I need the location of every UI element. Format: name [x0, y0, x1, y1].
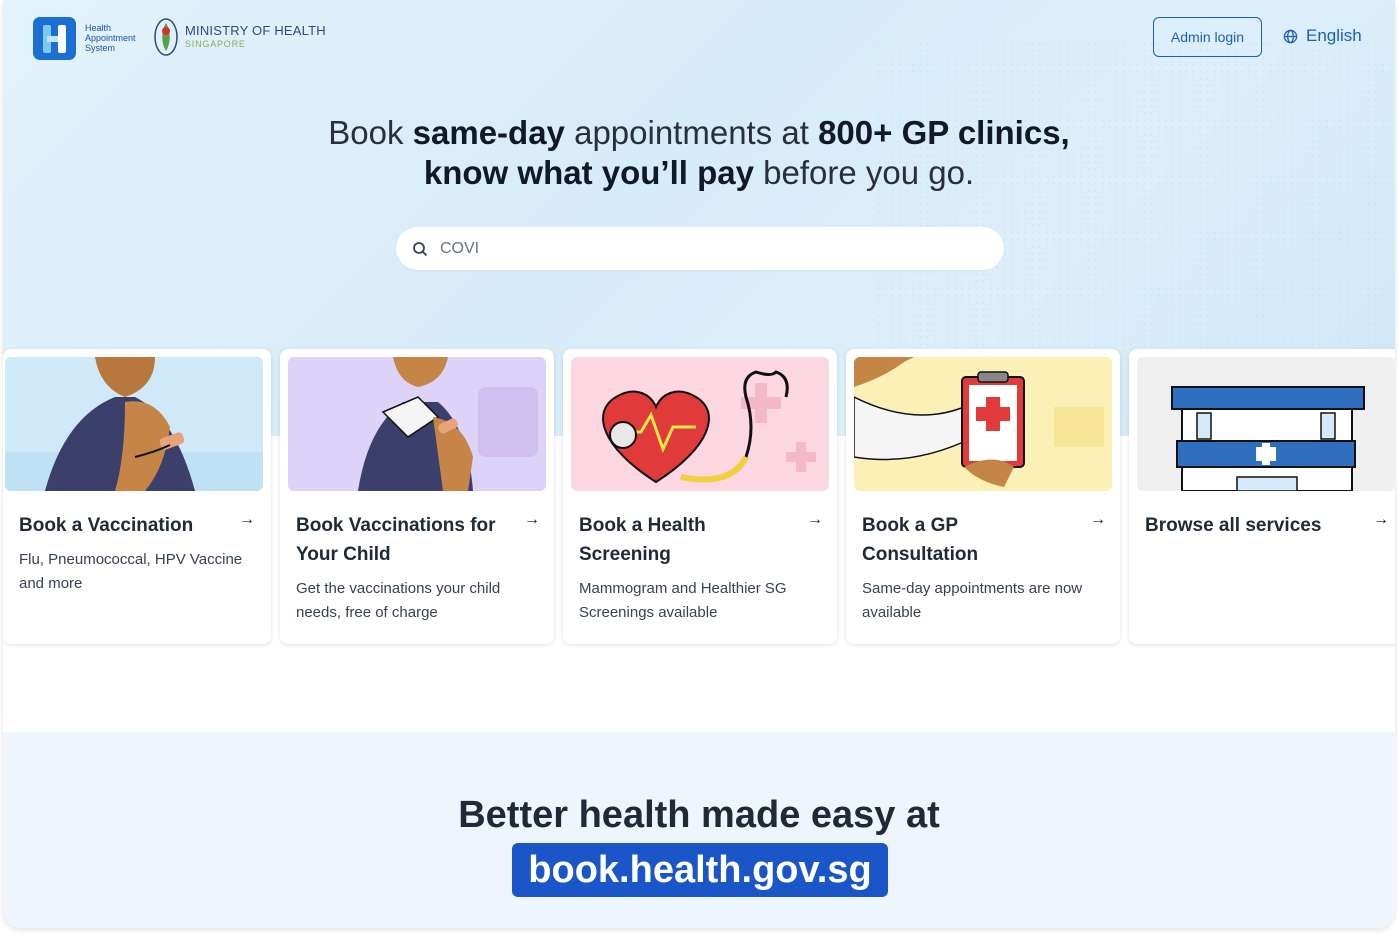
moh-crest-icon	[154, 18, 178, 56]
gp-consultation-illustration	[854, 357, 1112, 491]
language-selector[interactable]: English	[1283, 26, 1362, 46]
card-browse-all-services[interactable]: Browse all services →	[1129, 349, 1395, 644]
moh-subtitle: SINGAPORE	[185, 39, 246, 49]
search-icon	[413, 241, 428, 256]
arrow-right-icon: →	[1090, 511, 1106, 528]
moh-title: MINISTRY OF HEALTH	[185, 23, 326, 38]
health-screening-illustration	[571, 357, 829, 491]
headline-text: Book	[328, 114, 413, 151]
headline-text: appointments at	[564, 114, 819, 151]
card-title: Book a Vaccination	[19, 515, 194, 536]
card-title: Book a GP Consultation	[862, 515, 979, 565]
admin-login-button[interactable]: Admin login	[1153, 17, 1262, 57]
headline-bold: same-day	[412, 114, 565, 151]
headline-text: before you go.	[753, 154, 975, 191]
card-book-child-vaccination[interactable]: Book Vaccinations for Your Child → Get t…	[280, 349, 554, 644]
card-description: Get the vaccinations your child needs, f…	[296, 580, 501, 621]
card-description: Mammogram and Healthier SG Screenings av…	[579, 580, 787, 621]
language-label: English	[1306, 26, 1362, 45]
headline-bold: 800+ GP clinics,	[818, 114, 1070, 151]
has-logo-text: Health Appointment System	[85, 23, 136, 53]
search-input[interactable]	[440, 239, 980, 258]
card-book-health-screening[interactable]: Book a Health Screening → Mammogram and …	[563, 349, 837, 644]
globe-icon	[1283, 29, 1298, 43]
child-vaccination-illustration	[288, 357, 546, 491]
card-book-vaccination[interactable]: Book a Vaccination → Flu, Pneumococcal, …	[3, 349, 271, 644]
vaccination-illustration	[5, 357, 263, 491]
hero-headline: Book same-day appointments at 800+ GP cl…	[3, 113, 1395, 193]
clinic-building-illustration	[1137, 357, 1395, 491]
card-title: Book a Health Screening	[579, 515, 706, 565]
card-description: Flu, Pneumococcal, HPV Vaccine and more	[19, 551, 243, 592]
moh-logo[interactable]: MINISTRY OF HEALTH SINGAPORE	[185, 23, 326, 49]
promo-section: Better health made easy at book.health.g…	[3, 732, 1395, 928]
arrow-right-icon: →	[239, 511, 255, 528]
arrow-right-icon: →	[524, 511, 540, 528]
search-bar[interactable]	[396, 227, 1004, 270]
headline-bold: know what you’ll pay	[423, 154, 754, 191]
arrow-right-icon: →	[1373, 511, 1389, 528]
card-book-gp-consultation[interactable]: Book a GP Consultation → Same-day appoin…	[846, 349, 1120, 644]
promo-title: Better health made easy at	[458, 794, 940, 836]
card-description: Same-day appointments are now available	[862, 580, 1083, 621]
page-frame: Health Appointment System MINISTRY OF HE…	[3, 0, 1395, 928]
has-logo[interactable]	[33, 17, 76, 60]
card-title: Browse all services	[1145, 515, 1322, 536]
promo-url[interactable]: book.health.gov.sg	[512, 843, 888, 897]
card-title: Book Vaccinations for Your Child	[296, 515, 496, 565]
arrow-right-icon: →	[807, 511, 823, 528]
